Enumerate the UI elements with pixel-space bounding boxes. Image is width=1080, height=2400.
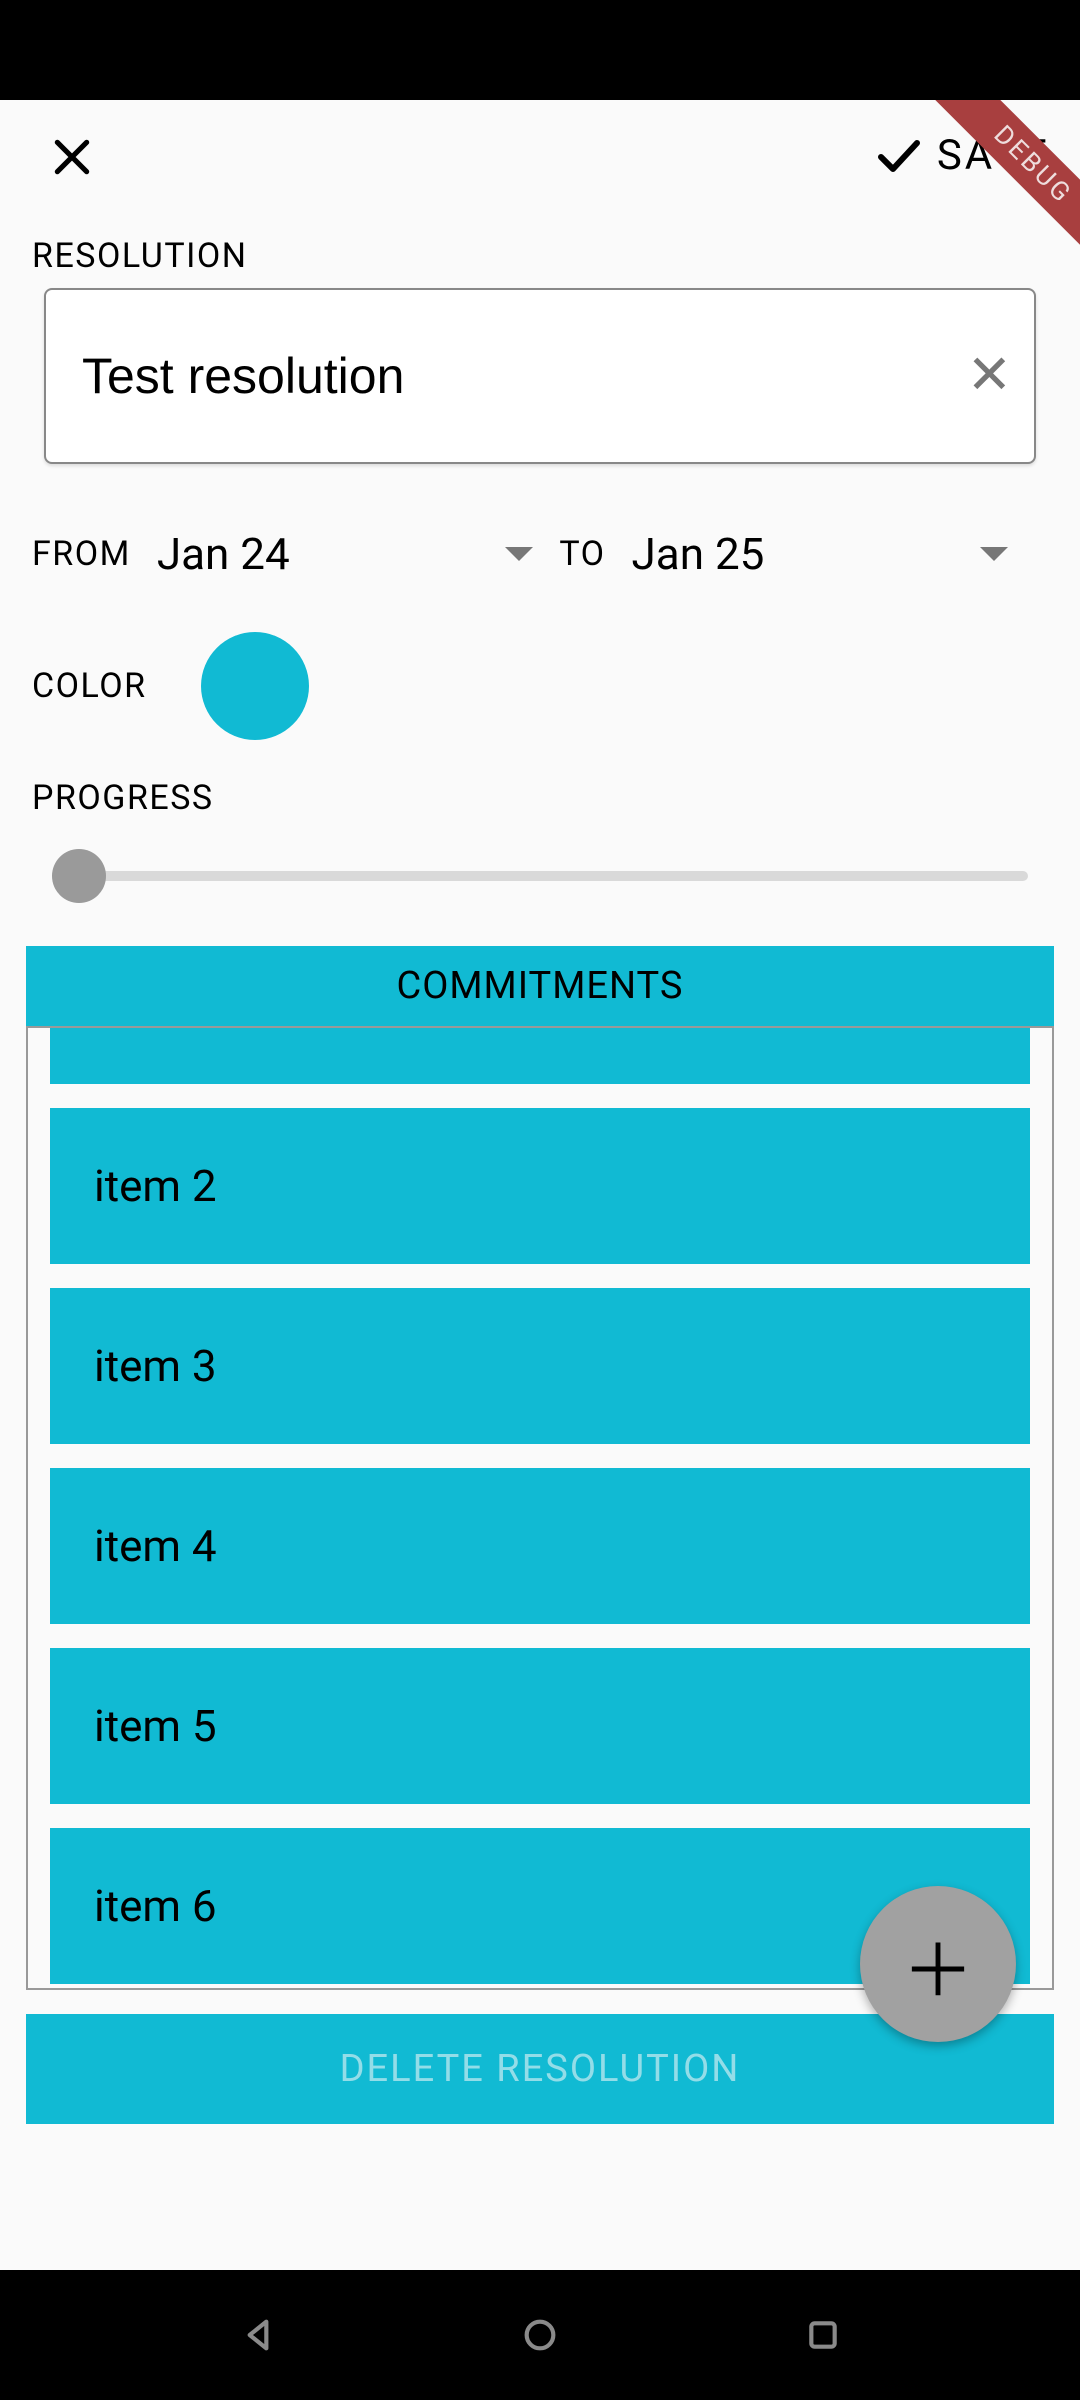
list-item[interactable]: item 2 <box>50 1108 1030 1264</box>
color-label: COLOR <box>32 666 147 706</box>
to-label: TO <box>559 534 605 574</box>
app-content: SAVE RESOLUTION ✕ FROM Jan 24 TO Jan 25 … <box>0 100 1080 2270</box>
nav-recent-button[interactable] <box>798 2310 848 2360</box>
plus-icon: ＋ <box>902 1912 974 2017</box>
slider-thumb[interactable] <box>52 849 106 903</box>
chevron-down-icon <box>980 547 1008 561</box>
from-date-select[interactable]: Jan 24 <box>157 528 533 580</box>
resolution-label: RESOLUTION <box>32 236 1048 276</box>
color-swatch[interactable] <box>201 632 309 740</box>
to-date-value: Jan 25 <box>632 528 765 580</box>
close-icon <box>50 135 94 179</box>
list-item-label: item 4 <box>94 1520 217 1572</box>
commitments-list[interactable]: item 1 item 2 item 3 item 4 item 5 item … <box>26 1026 1054 1990</box>
from-date-value: Jan 24 <box>157 528 290 580</box>
list-item-label: item 6 <box>94 1880 217 1932</box>
list-item[interactable]: item 3 <box>50 1288 1030 1444</box>
chevron-down-icon <box>505 547 533 561</box>
check-icon <box>875 131 923 179</box>
top-bar: SAVE <box>0 100 1080 210</box>
triangle-back-icon <box>238 2315 278 2355</box>
list-item[interactable]: item 4 <box>50 1468 1030 1624</box>
list-item-label: item 1 <box>94 1026 217 1032</box>
square-recent-icon <box>803 2315 843 2355</box>
nav-home-button[interactable] <box>515 2310 565 2360</box>
from-label: FROM <box>32 534 131 574</box>
clear-input-button[interactable]: ✕ <box>967 349 1012 403</box>
resolution-input[interactable] <box>44 288 1036 464</box>
to-date-select[interactable]: Jan 25 <box>632 528 1008 580</box>
nav-back-button[interactable] <box>233 2310 283 2360</box>
status-bar <box>0 0 1080 100</box>
list-item-label: item 5 <box>94 1700 217 1752</box>
commitments-header: COMMITMENTS <box>26 946 1054 1026</box>
progress-slider[interactable] <box>52 846 1028 906</box>
close-icon: ✕ <box>967 344 1012 407</box>
add-commitment-fab[interactable]: ＋ <box>860 1886 1016 2042</box>
circle-home-icon <box>520 2315 560 2355</box>
close-button[interactable] <box>50 135 90 175</box>
list-item[interactable]: item 5 <box>50 1648 1030 1804</box>
progress-label: PROGRESS <box>32 778 1048 818</box>
list-item[interactable]: item 1 <box>50 1026 1030 1084</box>
list-item-label: item 3 <box>94 1340 217 1392</box>
android-nav-bar <box>0 2270 1080 2400</box>
list-item-label: item 2 <box>94 1160 217 1212</box>
slider-track <box>52 871 1028 881</box>
